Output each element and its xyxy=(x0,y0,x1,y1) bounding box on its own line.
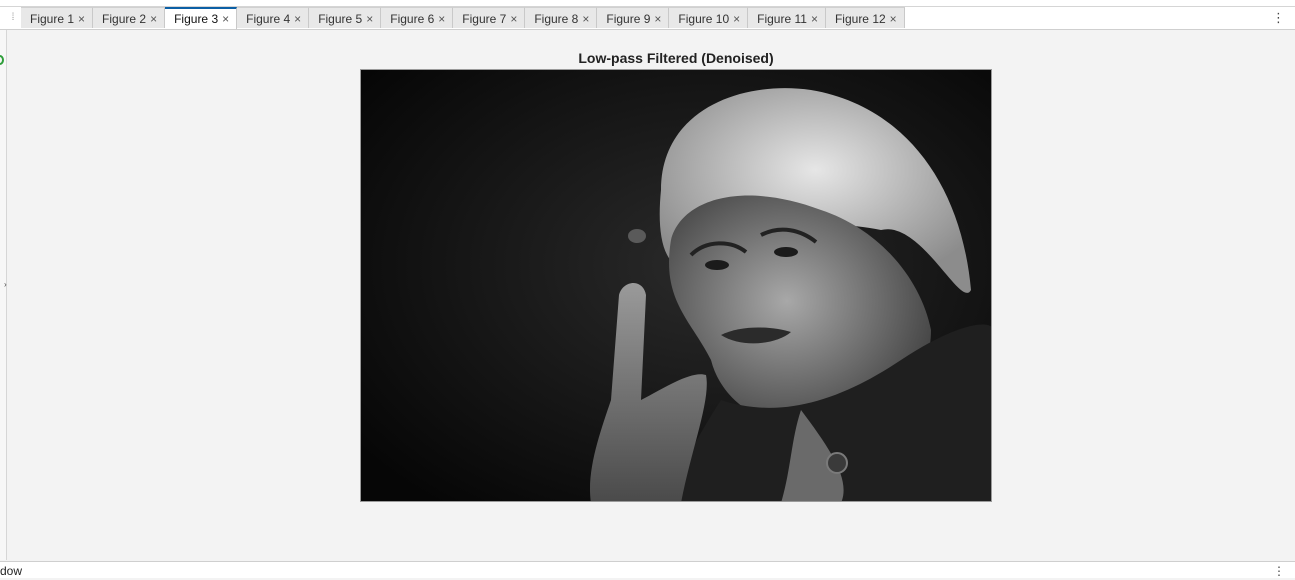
close-icon[interactable]: × xyxy=(582,12,589,26)
close-icon[interactable]: × xyxy=(438,12,445,26)
tab-figure-10[interactable]: Figure 10 × xyxy=(669,7,749,28)
close-icon[interactable]: × xyxy=(150,12,157,26)
expand-caret-icon[interactable]: › xyxy=(4,280,7,289)
close-icon[interactable]: × xyxy=(366,12,373,26)
close-icon[interactable]: × xyxy=(733,12,740,26)
tab-figure-9[interactable]: Figure 9 × xyxy=(597,7,670,28)
close-icon[interactable]: × xyxy=(222,12,229,26)
tab-figure-3[interactable]: Figure 3 × xyxy=(165,7,238,29)
tab-label: Figure 9 xyxy=(606,12,651,26)
tab-figure-4[interactable]: Figure 4 × xyxy=(237,7,310,28)
status-text: dow xyxy=(0,564,23,578)
close-icon[interactable]: × xyxy=(811,12,818,26)
figure-title: Low-pass Filtered (Denoised) xyxy=(578,50,774,66)
close-icon[interactable]: × xyxy=(654,12,661,26)
tab-figure-1[interactable]: Figure 1 × xyxy=(21,7,94,28)
tab-label: Figure 5 xyxy=(318,12,363,26)
grip-icon[interactable]: ⁞ xyxy=(6,9,20,27)
tab-label: Figure 6 xyxy=(390,12,435,26)
tab-figure-12[interactable]: Figure 12 × xyxy=(825,7,905,28)
tab-figure-5[interactable]: Figure 5 × xyxy=(309,7,382,28)
close-icon[interactable]: × xyxy=(294,12,301,26)
tab-label: Figure 4 xyxy=(246,12,291,26)
tab-label: Figure 1 xyxy=(30,12,75,26)
close-icon[interactable]: × xyxy=(78,12,85,26)
tab-figure-8[interactable]: Figure 8 × xyxy=(525,7,598,28)
tab-label: Figure 10 xyxy=(678,12,730,26)
tab-label: Figure 11 xyxy=(757,12,807,26)
status-menu-icon[interactable]: ⋮ xyxy=(1273,562,1285,580)
denoised-image xyxy=(360,69,992,502)
more-options-icon[interactable]: ⋮ xyxy=(1272,9,1285,27)
tab-label: Figure 12 xyxy=(834,12,886,26)
tab-figure-2[interactable]: Figure 2 × xyxy=(93,7,166,28)
left-panel-edge xyxy=(0,30,7,560)
tab-label: Figure 3 xyxy=(174,12,219,26)
close-icon[interactable]: × xyxy=(510,12,517,26)
tab-label: Figure 7 xyxy=(462,12,507,26)
figure-tab-bar: ⁞ Figure 1 × Figure 2 × Figure 3 × Figure 4… xyxy=(0,7,1295,30)
tab-label: Figure 8 xyxy=(534,12,579,26)
close-icon[interactable]: × xyxy=(890,12,897,26)
tab-figure-7[interactable]: Figure 7 × xyxy=(453,7,526,28)
tab-label: Figure 2 xyxy=(102,12,147,26)
tab-figure-6[interactable]: Figure 6 × xyxy=(381,7,454,28)
tab-figure-11[interactable]: Figure 11 × xyxy=(748,7,826,28)
window-top-edge xyxy=(0,0,1295,7)
status-bar: dow ⋮ xyxy=(0,561,1295,578)
portrait-photo xyxy=(361,70,991,501)
figure-tabs: Figure 1 × Figure 2 × Figure 3 × Figure 4 × … xyxy=(21,7,905,29)
